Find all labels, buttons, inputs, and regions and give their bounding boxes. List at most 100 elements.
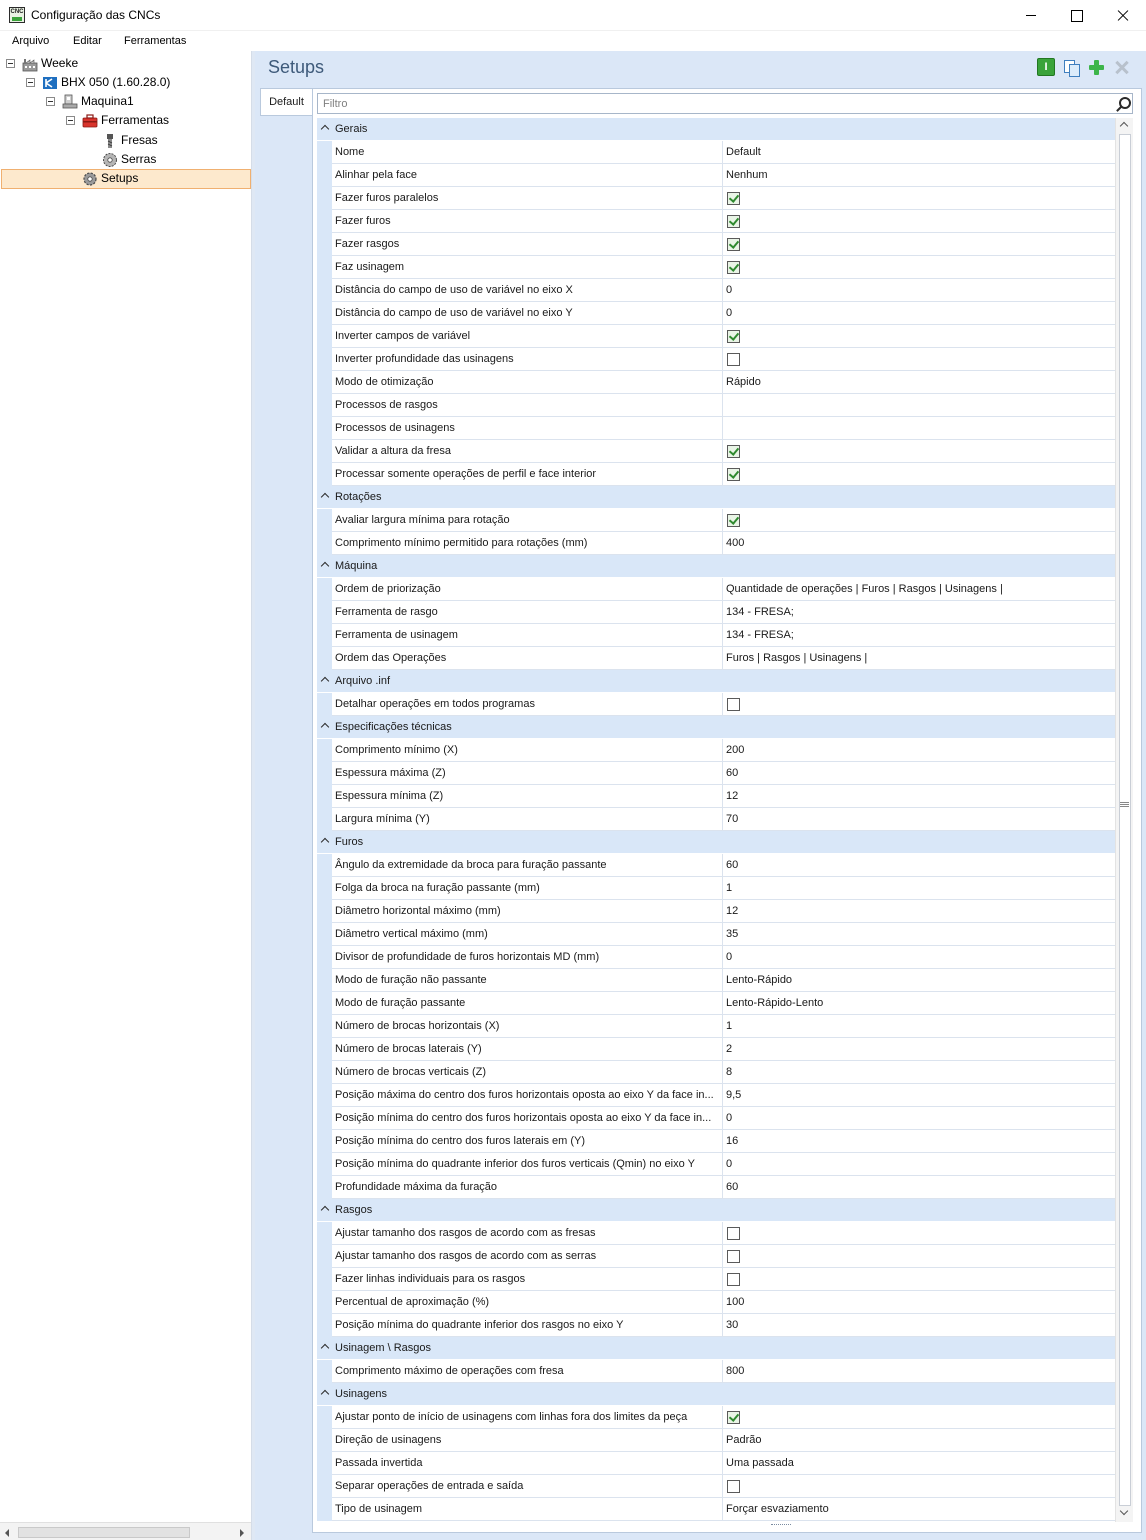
- collapse-chevron-icon[interactable]: [320, 837, 330, 847]
- scroll-thumb[interactable]: [18, 1527, 190, 1538]
- collapse-chevron-icon[interactable]: [320, 1343, 330, 1353]
- property-value[interactable]: Furos | Rasgos | Usinagens |: [723, 647, 1115, 670]
- property-row[interactable]: Ordem das Operações Furos | Rasgos | Usin…: [317, 647, 1115, 670]
- property-value-checkbox[interactable]: [723, 440, 1115, 463]
- property-value[interactable]: 134 - FRESA;: [723, 624, 1115, 647]
- property-value[interactable]: Rápido: [723, 371, 1115, 394]
- property-value[interactable]: Quantidade de operações | Furos | Rasgos…: [723, 578, 1115, 601]
- property-value-checkbox[interactable]: [723, 233, 1115, 256]
- tab-default[interactable]: Default: [260, 88, 312, 116]
- collapse-icon[interactable]: [26, 78, 35, 87]
- property-value[interactable]: 9,5: [723, 1084, 1115, 1107]
- category-row[interactable]: Máquina: [317, 555, 1115, 578]
- checkbox-unchecked[interactable]: [727, 698, 740, 711]
- checkbox-unchecked[interactable]: [727, 1480, 740, 1493]
- checkbox-checked[interactable]: [727, 445, 740, 458]
- resize-grip[interactable]: [771, 1524, 791, 1527]
- scroll-thumb[interactable]: [1119, 134, 1131, 1506]
- property-row[interactable]: Modo de furação passante Lento-Rápido-Len…: [317, 992, 1115, 1015]
- property-row[interactable]: Fazer rasgos: [317, 233, 1115, 256]
- property-value[interactable]: 0: [723, 279, 1115, 302]
- property-row[interactable]: Avaliar largura mínima para rotação: [317, 509, 1115, 532]
- property-value[interactable]: Lento-Rápido: [723, 969, 1115, 992]
- property-value-checkbox[interactable]: [723, 325, 1115, 348]
- property-row[interactable]: Folga da broca na furação passante (mm) 1: [317, 877, 1115, 900]
- filter-input[interactable]: [318, 94, 1108, 113]
- property-row[interactable]: Comprimento mínimo permitido para rotaçõ…: [317, 532, 1115, 555]
- property-row[interactable]: Espessura mínima (Z) 12: [317, 785, 1115, 808]
- property-row[interactable]: Fazer furos paralelos: [317, 187, 1115, 210]
- collapse-icon[interactable]: [66, 116, 75, 125]
- property-value[interactable]: 200: [723, 739, 1115, 762]
- property-value[interactable]: 0: [723, 302, 1115, 325]
- search-icon[interactable]: [1115, 96, 1131, 112]
- collapse-chevron-icon[interactable]: [320, 676, 330, 686]
- property-value[interactable]: 60: [723, 1176, 1115, 1199]
- collapse-chevron-icon[interactable]: [320, 722, 330, 732]
- category-row[interactable]: Rotações: [317, 486, 1115, 509]
- checkbox-checked[interactable]: [727, 468, 740, 481]
- property-row[interactable]: Inverter campos de variável: [317, 325, 1115, 348]
- checkbox-checked[interactable]: [727, 514, 740, 527]
- property-row[interactable]: Fazer furos: [317, 210, 1115, 233]
- property-row[interactable]: Ajustar ponto de início de usinagens com…: [317, 1406, 1115, 1429]
- checkbox-unchecked[interactable]: [727, 1273, 740, 1286]
- property-row[interactable]: Direção de usinagens Padrão: [317, 1429, 1115, 1452]
- collapse-chevron-icon[interactable]: [320, 1205, 330, 1215]
- property-value[interactable]: 800: [723, 1360, 1115, 1383]
- property-row[interactable]: Número de brocas verticais (Z) 8: [317, 1061, 1115, 1084]
- category-row[interactable]: Arquivo .inf: [317, 670, 1115, 693]
- property-row[interactable]: Modo de furação não passante Lento-Rápido: [317, 969, 1115, 992]
- property-value[interactable]: 2: [723, 1038, 1115, 1061]
- property-row[interactable]: Distância do campo de uso de variável no…: [317, 302, 1115, 325]
- property-row[interactable]: Comprimento máximo de operações com fres…: [317, 1360, 1115, 1383]
- property-value[interactable]: 134 - FRESA;: [723, 601, 1115, 624]
- property-row[interactable]: Processos de rasgos: [317, 394, 1115, 417]
- property-value[interactable]: 60: [723, 854, 1115, 877]
- property-row[interactable]: Posição mínima do quadrante inferior dos…: [317, 1153, 1115, 1176]
- collapse-icon[interactable]: [46, 97, 55, 106]
- property-row[interactable]: Processos de usinagens: [317, 417, 1115, 440]
- property-row[interactable]: Ferramenta de rasgo 134 - FRESA;: [317, 601, 1115, 624]
- category-row[interactable]: Usinagens: [317, 1383, 1115, 1406]
- property-value[interactable]: 8: [723, 1061, 1115, 1084]
- property-row[interactable]: Largura mínima (Y) 70: [317, 808, 1115, 831]
- property-row[interactable]: Ferramenta de usinagem 134 - FRESA;: [317, 624, 1115, 647]
- property-row[interactable]: Alinhar pela face Nenhum: [317, 164, 1115, 187]
- property-row[interactable]: Ordem de priorização Quantidade de operaç…: [317, 578, 1115, 601]
- property-row[interactable]: Ajustar tamanho dos rasgos de acordo com…: [317, 1222, 1115, 1245]
- menu-arquivo[interactable]: Arquivo: [12, 35, 49, 47]
- property-row[interactable]: Fazer linhas individuais para os rasgos: [317, 1268, 1115, 1291]
- property-row[interactable]: Separar operações de entrada e saída: [317, 1475, 1115, 1498]
- property-value-checkbox[interactable]: [723, 1406, 1115, 1429]
- property-row[interactable]: Diâmetro vertical máximo (mm) 35: [317, 923, 1115, 946]
- property-value[interactable]: [723, 417, 1115, 440]
- property-row[interactable]: Número de brocas horizontais (X) 1: [317, 1015, 1115, 1038]
- property-value[interactable]: 35: [723, 923, 1115, 946]
- menu-editar[interactable]: Editar: [73, 35, 102, 47]
- property-row[interactable]: Posição mínima do centro dos furos later…: [317, 1130, 1115, 1153]
- property-value[interactable]: 1: [723, 1015, 1115, 1038]
- property-value-checkbox[interactable]: [723, 210, 1115, 233]
- property-row[interactable]: Profundidade máxima da furação 60: [317, 1176, 1115, 1199]
- property-value[interactable]: 16: [723, 1130, 1115, 1153]
- property-row[interactable]: Inverter profundidade das usinagens: [317, 348, 1115, 371]
- property-value[interactable]: 30: [723, 1314, 1115, 1337]
- collapse-icon[interactable]: [6, 59, 15, 68]
- add-icon[interactable]: [1087, 58, 1105, 76]
- property-row[interactable]: Ajustar tamanho dos rasgos de acordo com…: [317, 1245, 1115, 1268]
- property-row[interactable]: Modo de otimização Rápido: [317, 371, 1115, 394]
- property-row[interactable]: Faz usinagem: [317, 256, 1115, 279]
- checkbox-unchecked[interactable]: [727, 1250, 740, 1263]
- checkbox-checked[interactable]: [727, 192, 740, 205]
- property-row[interactable]: Espessura máxima (Z) 60: [317, 762, 1115, 785]
- property-value[interactable]: Lento-Rápido-Lento: [723, 992, 1115, 1015]
- checkbox-checked[interactable]: [727, 238, 740, 251]
- property-row[interactable]: Número de brocas laterais (Y) 2: [317, 1038, 1115, 1061]
- property-row[interactable]: Percentual de aproximação (%) 100: [317, 1291, 1115, 1314]
- property-value[interactable]: 1: [723, 877, 1115, 900]
- property-value-checkbox[interactable]: [723, 1245, 1115, 1268]
- property-row[interactable]: Diâmetro horizontal máximo (mm) 12: [317, 900, 1115, 923]
- property-row[interactable]: Processar somente operações de perfil e …: [317, 463, 1115, 486]
- scroll-right-icon[interactable]: [240, 1529, 244, 1537]
